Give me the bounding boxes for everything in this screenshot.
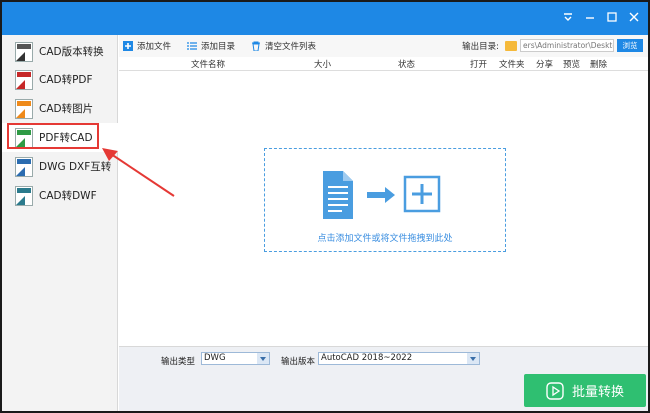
add-folder-label: 添加目录 (201, 42, 236, 52)
folder-icon[interactable] (505, 40, 517, 51)
column-header: 打开 (470, 60, 488, 70)
trash-icon (252, 41, 261, 51)
cad-to-pdf-icon (15, 69, 33, 90)
output-dir: 输出目录: ers\Administrator\Desktop (462, 39, 614, 52)
column-header: 文件夹 (499, 60, 525, 70)
output-type-select[interactable]: DWG (201, 352, 270, 365)
app-window: CAD版本转换 CAD转PDF CAD转图片 PDF转CAD DWG DXF互转… (0, 0, 650, 413)
batch-convert-button[interactable]: 批量转换 (524, 374, 646, 407)
column-header: 状态 (398, 60, 416, 70)
cad-version-icon (15, 41, 33, 62)
add-file-button[interactable]: 添加文件 (123, 40, 171, 52)
clear-list-button[interactable]: 清空文件列表 (251, 40, 316, 52)
annotation-arrow (102, 148, 175, 197)
toolbar: 添加文件 添加目录 清空文件列表 输出目录: ers\Administrator… (119, 35, 648, 57)
column-header: 文件名称 (191, 60, 226, 70)
list-icon (187, 42, 198, 50)
cad-to-dwf-icon (15, 185, 33, 206)
chevron-down-icon (257, 353, 269, 364)
minimize-icon[interactable] (584, 11, 596, 23)
clear-list-label: 清空文件列表 (265, 42, 317, 52)
highlight-box (7, 123, 99, 149)
sidebar-item-cad-version[interactable]: CAD版本转换 (2, 37, 118, 66)
cad-to-image-icon (15, 98, 33, 119)
dwg-dxf-icon (15, 156, 33, 177)
add-folder-button[interactable]: 添加目录 (187, 40, 235, 52)
play-icon (546, 381, 564, 400)
output-dir-input[interactable]: ers\Administrator\Desktop (520, 39, 614, 52)
sidebar-item-cad-to-pdf[interactable]: CAD转PDF (2, 65, 118, 94)
output-type-label: 输出类型 (161, 357, 196, 367)
window-controls (562, 11, 640, 23)
drop-zone[interactable]: 点击添加文件或将文件拖拽到此处 (264, 148, 506, 252)
drop-zone-hint: 点击添加文件或将文件拖拽到此处 (317, 234, 453, 244)
output-type-value: DWG (204, 353, 226, 363)
browse-button[interactable]: 浏览 (617, 39, 643, 52)
file-table-header: 文件名称 大小 状态 打开 文件夹 分享 预览 删除 (119, 57, 648, 71)
sidebar-item-label: CAD转DWF (39, 190, 97, 202)
menu-icon[interactable] (562, 11, 574, 23)
sidebar-item-label: CAD转PDF (39, 74, 93, 86)
output-version-label: 输出版本 (281, 357, 316, 367)
batch-convert-label: 批量转换 (571, 385, 624, 400)
title-bar (2, 2, 648, 35)
add-document-illustration (323, 171, 441, 219)
maximize-icon[interactable] (606, 11, 618, 23)
output-version-select[interactable]: AutoCAD 2018~2022 (318, 352, 480, 365)
chevron-down-icon (467, 353, 479, 364)
column-header: 分享 (536, 60, 554, 70)
add-file-icon (123, 41, 133, 51)
sidebar-item-label: CAD转图片 (39, 103, 94, 115)
add-file-label: 添加文件 (137, 42, 172, 52)
column-header: 预览 (563, 60, 581, 70)
sidebar-item-cad-to-image[interactable]: CAD转图片 (2, 94, 118, 123)
output-version-value: AutoCAD 2018~2022 (321, 353, 413, 363)
close-icon[interactable] (628, 11, 640, 23)
output-dir-label: 输出目录: (462, 41, 499, 52)
sidebar: CAD版本转换 CAD转PDF CAD转图片 PDF转CAD DWG DXF互转… (2, 35, 118, 411)
sidebar-item-label: CAD版本转换 (39, 46, 104, 58)
column-header: 大小 (314, 60, 332, 70)
column-header: 删除 (590, 60, 608, 70)
